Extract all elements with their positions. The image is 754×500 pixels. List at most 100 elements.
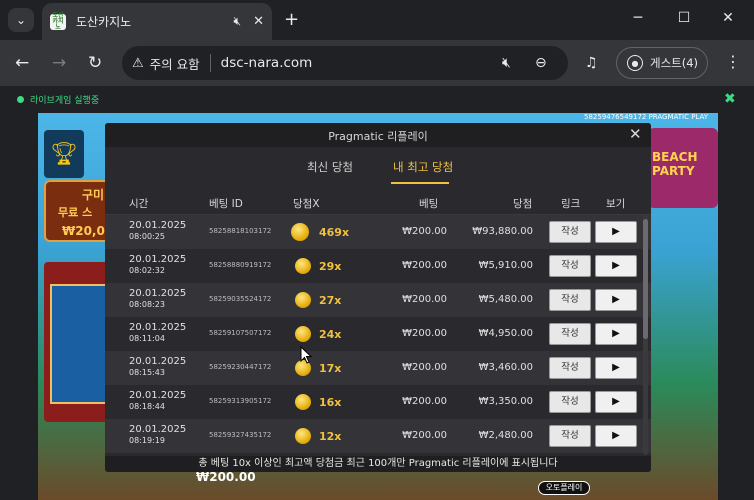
row-time: 08:15:43	[129, 368, 165, 377]
create-link-button[interactable]: 작성	[549, 425, 591, 447]
profile-button[interactable]: ● 게스트(4)	[616, 47, 708, 79]
promo-line-2: 무료 스	[58, 206, 93, 219]
address-bar[interactable]: ⚠ 주의 요함 dsc-nara.com 🔇︎ ⊖	[122, 46, 568, 80]
back-arrow-icon[interactable]: ←	[15, 53, 29, 73]
active-tab-indicator	[391, 182, 449, 184]
tab-search-button[interactable]: ⌄	[8, 8, 34, 32]
security-status[interactable]: 주의 요함	[150, 54, 200, 73]
trophy-icon[interactable]: 🏆︎	[44, 130, 84, 178]
url-text[interactable]: dsc-nara.com	[221, 55, 313, 71]
row-multiplier: 29x	[319, 260, 342, 273]
live-bar-close-icon[interactable]: ✖	[724, 91, 736, 107]
table-row: 20.01.2025 08:18:44 58259313905172 16x ₩…	[105, 385, 651, 419]
table-row: 20.01.2025 08:19:19 58259327435172 12x ₩…	[105, 419, 651, 453]
live-game-bar	[0, 86, 754, 113]
table-scroll-thumb[interactable]	[643, 219, 648, 339]
site-muted-icon[interactable]: 🔇︎	[502, 55, 511, 71]
row-multiplier: 12x	[319, 430, 342, 443]
minimize-icon[interactable]: ─	[628, 10, 648, 26]
tab-title: 도산카지노	[76, 15, 132, 29]
site-favicon-icon: 도산 카지노	[50, 12, 66, 30]
tab-close-icon[interactable]: ✕	[253, 14, 264, 29]
warning-triangle-icon[interactable]: ⚠	[132, 56, 144, 71]
row-bet: ₩200.00	[402, 226, 447, 237]
coin-icon	[295, 292, 311, 308]
promo-line-1: 구미	[82, 188, 105, 202]
row-bet: ₩200.00	[402, 294, 447, 305]
row-bet-id: 58258880919172	[209, 261, 272, 269]
col-bet: 베팅	[419, 198, 439, 210]
replay-modal: Pragmatic 리플레이 ✕ 최신 당첨 내 최고 당첨 시간 베팅 ID …	[105, 123, 651, 472]
modal-title: Pragmatic 리플레이	[328, 130, 428, 143]
live-status-dot-icon	[17, 96, 24, 103]
play-replay-button[interactable]: ▶	[595, 323, 637, 345]
zoom-icon[interactable]: ⊖	[535, 55, 547, 71]
window-close-icon[interactable]: ✕	[718, 10, 738, 26]
row-bet-id: 58259327435172	[209, 431, 272, 439]
reload-icon[interactable]: ↻	[88, 53, 102, 73]
play-replay-button[interactable]: ▶	[595, 357, 637, 379]
maximize-icon[interactable]: ☐	[674, 10, 694, 26]
new-tab-button[interactable]: +	[284, 9, 299, 30]
play-replay-button[interactable]: ▶	[595, 221, 637, 243]
media-controls-icon[interactable]: ♫	[585, 55, 598, 71]
row-date: 20.01.2025	[129, 424, 187, 435]
row-bet: ₩200.00	[402, 260, 447, 271]
create-link-button[interactable]: 작성	[549, 357, 591, 379]
create-link-button[interactable]: 작성	[549, 221, 591, 243]
modal-header: Pragmatic 리플레이 ✕	[105, 123, 651, 147]
table-row: 20.01.2025 08:08:23 58259035524172 27x ₩…	[105, 283, 651, 317]
autoplay-button[interactable]: 오토플레이	[538, 481, 590, 495]
menu-dots-icon[interactable]: ⋮	[725, 52, 741, 71]
forward-arrow-icon[interactable]: →	[52, 53, 66, 73]
tab-muted-speaker-icon[interactable]: 🔇︎	[234, 14, 242, 29]
row-multiplier: 469x	[319, 226, 350, 239]
mouse-cursor-icon	[300, 346, 312, 364]
row-bet: ₩200.00	[402, 430, 447, 441]
row-bet: ₩200.00	[402, 362, 447, 373]
row-date: 20.01.2025	[129, 220, 187, 231]
row-win: ₩93,880.00	[472, 226, 533, 237]
create-link-button[interactable]: 작성	[549, 323, 591, 345]
play-replay-button[interactable]: ▶	[595, 255, 637, 277]
row-date: 20.01.2025	[129, 288, 187, 299]
col-bet-id: 베팅 ID	[209, 198, 243, 210]
tab-my-best-wins[interactable]: 내 최고 당첨	[393, 159, 453, 175]
row-win: ₩5,480.00	[478, 294, 533, 305]
row-multiplier: 17x	[319, 362, 342, 375]
bet-amount: ₩200.00	[196, 470, 256, 484]
replay-footer-note: 총 베팅 10x 이상인 최고액 당첨금 최근 100개만 Pragmatic …	[105, 456, 651, 472]
row-bet-id: 58259230447172	[209, 363, 272, 371]
row-bet-id: 58259313905172	[209, 397, 272, 405]
play-replay-button[interactable]: ▶	[595, 391, 637, 413]
table-row: 20.01.2025 08:11:04 58259107507172 24x ₩…	[105, 317, 651, 351]
row-time: 08:00:25	[129, 232, 165, 241]
col-view: 보기	[606, 198, 626, 210]
play-replay-button[interactable]: ▶	[595, 289, 637, 311]
row-win: ₩2,480.00	[478, 430, 533, 441]
create-link-button[interactable]: 작성	[549, 391, 591, 413]
title-bar: ⌄ 도산 카지노 도산카지노 🔇︎ ✕ + ─ ☐ ✕	[0, 0, 754, 40]
table-row: 20.01.2025 08:00:25 58258818103172 469x …	[105, 215, 651, 249]
tab-latest-wins[interactable]: 최신 당첨	[307, 159, 353, 175]
coin-icon	[295, 326, 311, 342]
omnibox-divider	[209, 54, 211, 72]
row-date: 20.01.2025	[129, 322, 187, 333]
browser-tab[interactable]: 도산 카지노 도산카지노 🔇︎ ✕	[42, 3, 272, 40]
table-row: 20.01.2025 08:02:32 58258880919172 29x ₩…	[105, 249, 651, 283]
modal-close-icon[interactable]: ✕	[629, 125, 642, 143]
profile-label: 게스트(4)	[650, 56, 699, 70]
coin-icon	[291, 223, 309, 241]
create-link-button[interactable]: 작성	[549, 255, 591, 277]
play-replay-button[interactable]: ▶	[595, 425, 637, 447]
row-win: ₩3,460.00	[478, 362, 533, 373]
reel-area	[50, 284, 110, 404]
row-bet-id: 58258818103172	[209, 227, 272, 235]
row-multiplier: 27x	[319, 294, 342, 307]
row-win: ₩4,950.00	[478, 328, 533, 339]
person-icon: ●	[627, 55, 643, 71]
row-bet: ₩200.00	[402, 396, 447, 407]
browser-toolbar: ← → ↻ ⚠ 주의 요함 dsc-nara.com 🔇︎ ⊖ ♫ ● 게스트(…	[0, 40, 754, 86]
row-multiplier: 16x	[319, 396, 342, 409]
create-link-button[interactable]: 작성	[549, 289, 591, 311]
